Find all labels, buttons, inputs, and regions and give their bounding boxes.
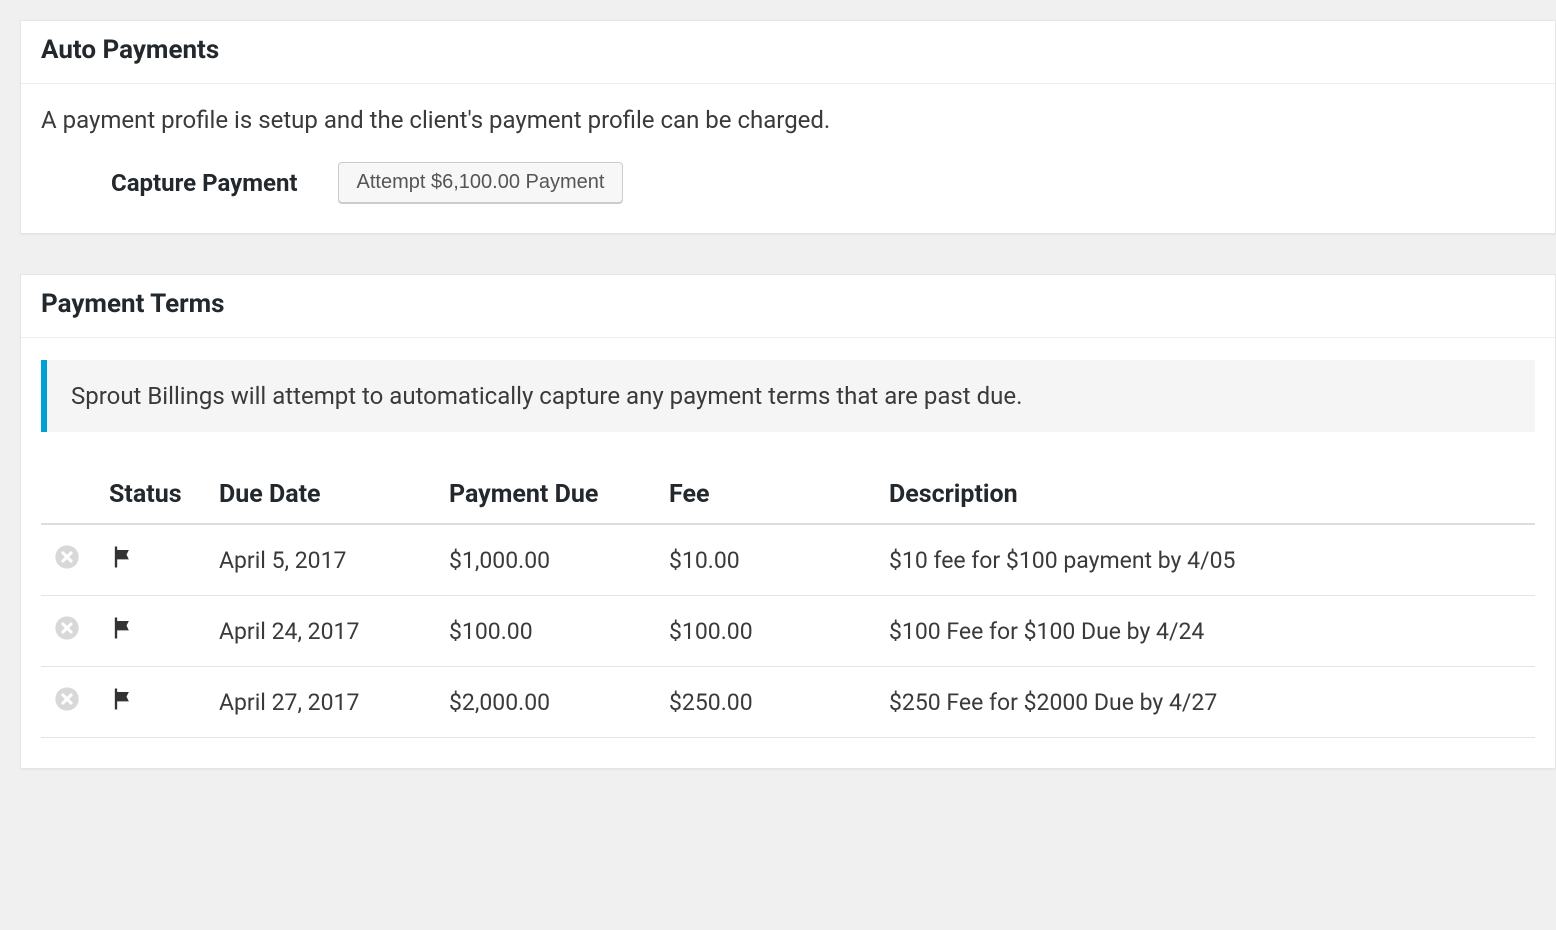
cell-payment-due: $100.00 <box>437 596 657 667</box>
flag-icon <box>109 685 137 713</box>
payment-terms-body: Sprout Billings will attempt to automati… <box>21 338 1555 768</box>
auto-payments-header: Auto Payments <box>21 21 1555 84</box>
cell-fee: $10.00 <box>657 524 877 596</box>
remove-row-button[interactable] <box>53 614 81 642</box>
flag-icon <box>109 614 137 642</box>
table-row: April 5, 2017 $1,000.00 $10.00 $10 fee f… <box>41 524 1535 596</box>
attempt-payment-button[interactable]: Attempt $6,100.00 Payment <box>338 162 624 203</box>
table-row: April 24, 2017 $100.00 $100.00 $100 Fee … <box>41 596 1535 667</box>
payment-terms-notice: Sprout Billings will attempt to automati… <box>41 360 1535 432</box>
table-header-row: Status Due Date Payment Due Fee Descript… <box>41 470 1535 524</box>
notice-text: Sprout Billings will attempt to automati… <box>71 382 1022 410</box>
cell-due-date: April 24, 2017 <box>207 596 437 667</box>
auto-payments-panel: Auto Payments A payment profile is setup… <box>20 20 1556 234</box>
payment-terms-title: Payment Terms <box>41 289 1535 319</box>
status-flag-button[interactable] <box>109 543 137 571</box>
table-row: April 27, 2017 $2,000.00 $250.00 $250 Fe… <box>41 667 1535 738</box>
close-circle-icon <box>53 614 81 642</box>
profile-message: A payment profile is setup and the clien… <box>41 106 1535 134</box>
col-status: Status <box>97 470 207 524</box>
payment-terms-header: Payment Terms <box>21 275 1555 338</box>
col-description: Description <box>877 470 1535 524</box>
cell-due-date: April 5, 2017 <box>207 524 437 596</box>
cell-fee: $100.00 <box>657 596 877 667</box>
auto-payments-title: Auto Payments <box>41 35 1535 65</box>
cell-description: $100 Fee for $100 Due by 4/24 <box>877 596 1535 667</box>
cell-payment-due: $1,000.00 <box>437 524 657 596</box>
cell-description: $10 fee for $100 payment by 4/05 <box>877 524 1535 596</box>
payment-terms-table: Status Due Date Payment Due Fee Descript… <box>41 470 1535 738</box>
remove-row-button[interactable] <box>53 543 81 571</box>
capture-payment-label: Capture Payment <box>111 169 298 197</box>
cell-description: $250 Fee for $2000 Due by 4/27 <box>877 667 1535 738</box>
cell-fee: $250.00 <box>657 667 877 738</box>
close-circle-icon <box>53 543 81 571</box>
flag-icon <box>109 543 137 571</box>
auto-payments-body: A payment profile is setup and the clien… <box>21 84 1555 233</box>
status-flag-button[interactable] <box>109 614 137 642</box>
cell-payment-due: $2,000.00 <box>437 667 657 738</box>
payment-terms-panel: Payment Terms Sprout Billings will attem… <box>20 274 1556 769</box>
col-payment-due: Payment Due <box>437 470 657 524</box>
col-due-date: Due Date <box>207 470 437 524</box>
remove-row-button[interactable] <box>53 685 81 713</box>
close-circle-icon <box>53 685 81 713</box>
col-fee: Fee <box>657 470 877 524</box>
cell-due-date: April 27, 2017 <box>207 667 437 738</box>
status-flag-button[interactable] <box>109 685 137 713</box>
payment-terms-tbody: April 5, 2017 $1,000.00 $10.00 $10 fee f… <box>41 524 1535 738</box>
col-remove <box>41 470 97 524</box>
capture-row: Capture Payment Attempt $6,100.00 Paymen… <box>41 162 1535 203</box>
